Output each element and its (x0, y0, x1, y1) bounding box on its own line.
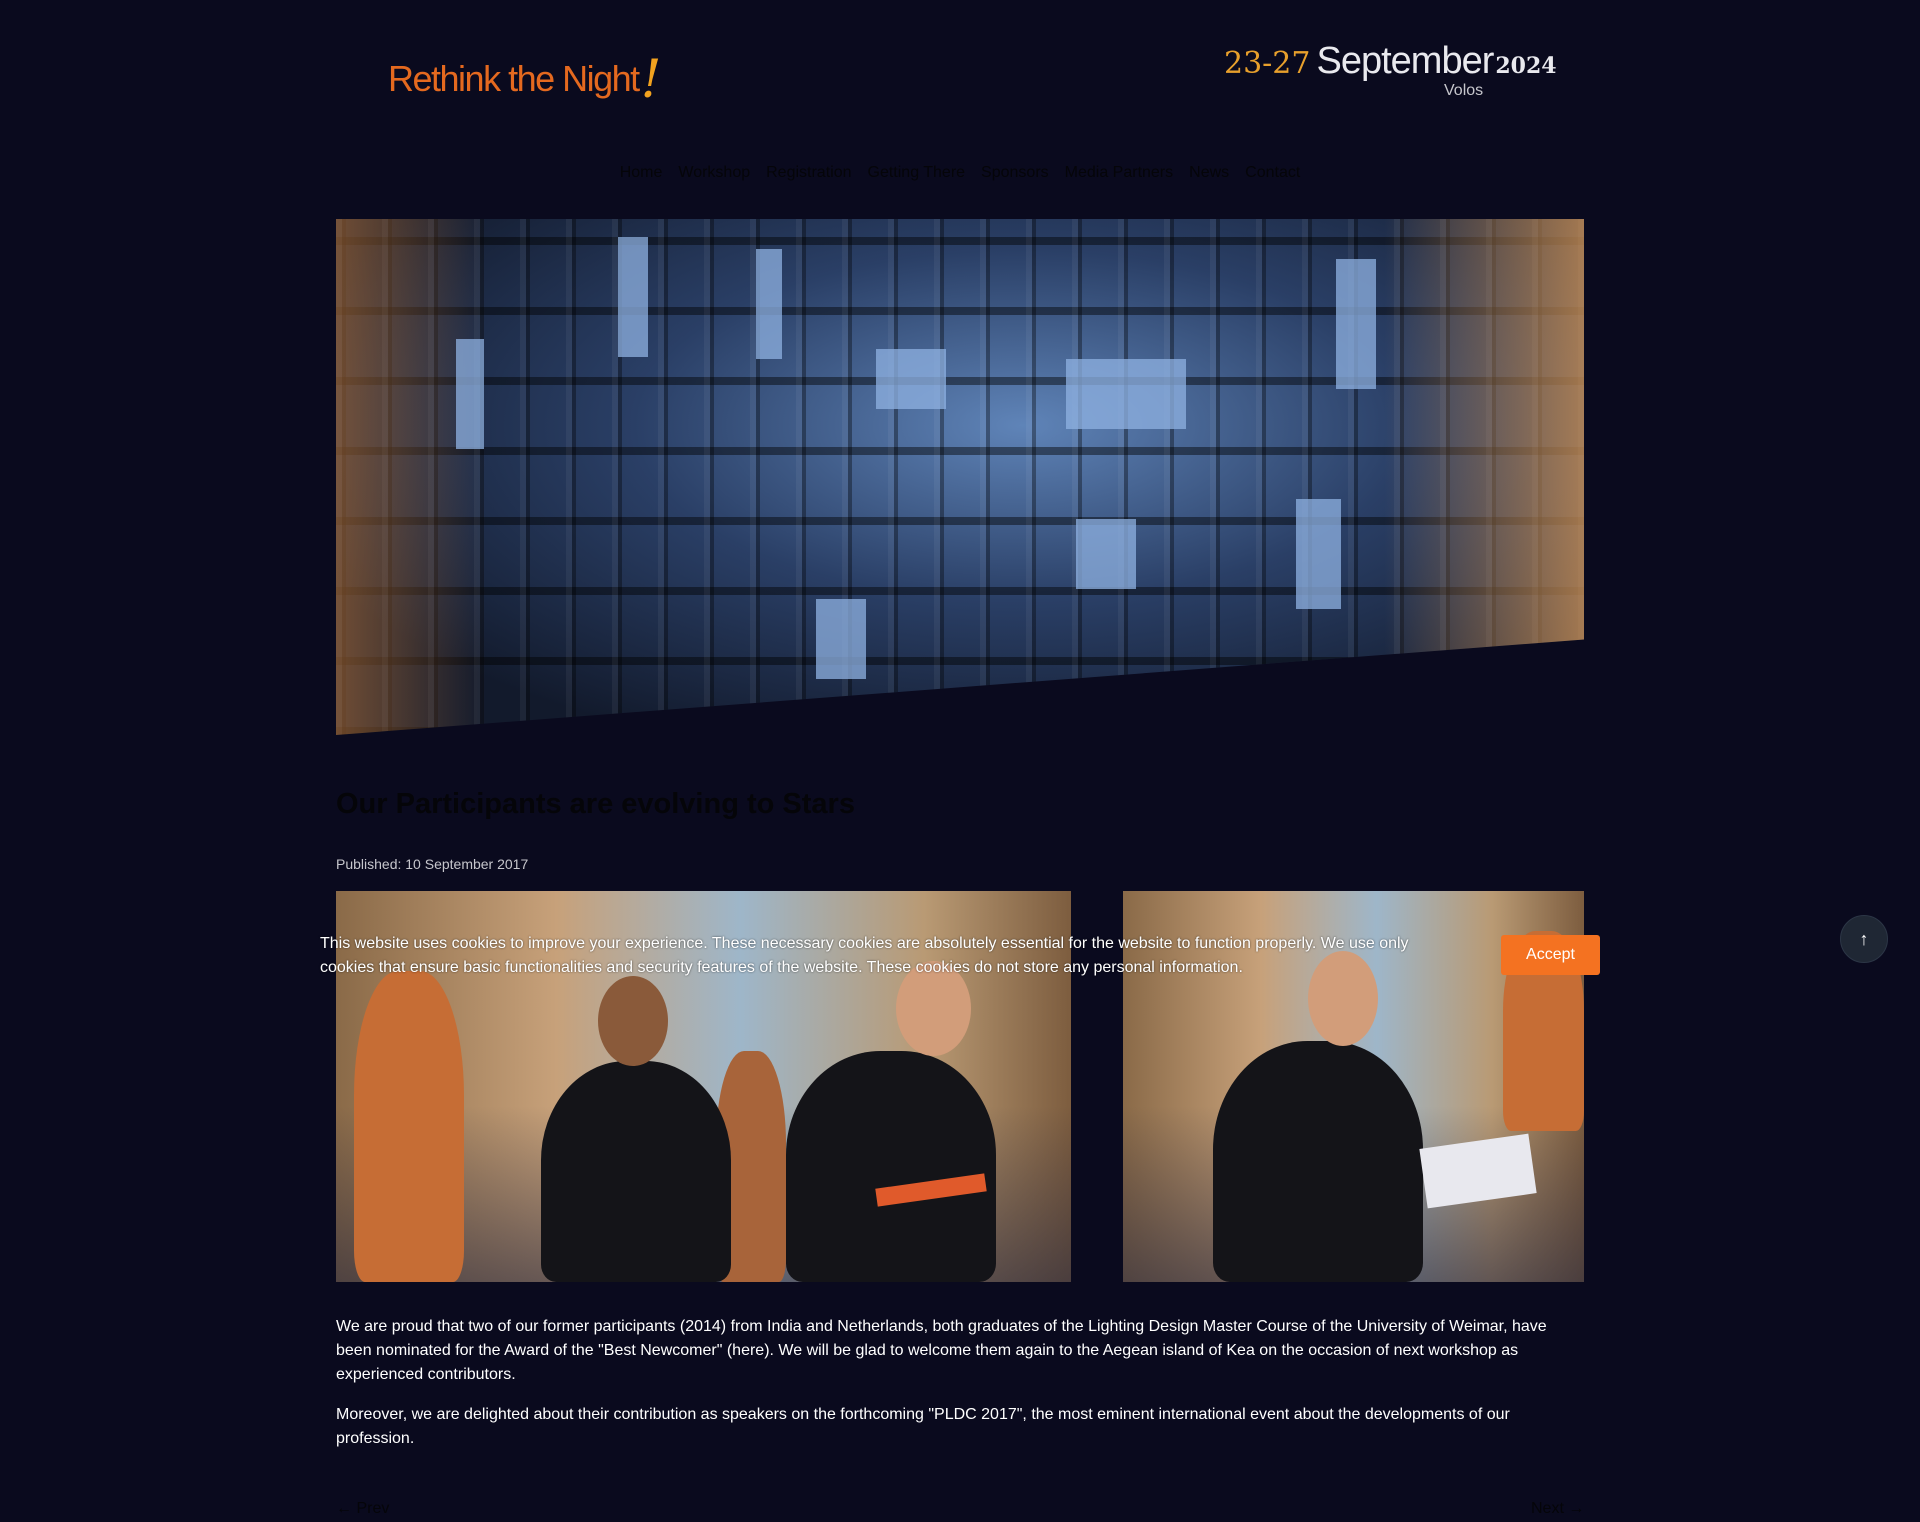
photo-person (1213, 1041, 1423, 1282)
prev-link[interactable]: ← Prev (336, 1500, 389, 1518)
nav-workshop[interactable]: Workshop (678, 164, 750, 182)
event-dates: 23-27 September2024 Volos (1224, 40, 1557, 99)
hero-window-pane (756, 249, 782, 359)
published-date: Published: 10 September 2017 (336, 856, 529, 872)
photo-person (786, 1051, 996, 1282)
next-link[interactable]: Next → (1531, 1500, 1584, 1518)
hero-window-pane (456, 339, 484, 449)
date-range: 23-27 (1224, 46, 1311, 81)
nav-getting-there[interactable]: Getting There (868, 164, 966, 182)
hero-window-pane (876, 349, 946, 409)
nav-contact[interactable]: Contact (1245, 164, 1300, 182)
logo-exclamation-mark: ! (640, 50, 662, 110)
main-nav: Home Workshop Registration Getting There… (0, 164, 1920, 182)
nav-media-partners[interactable]: Media Partners (1065, 164, 1174, 182)
photo-person-head (598, 976, 668, 1066)
date-month: September (1316, 40, 1494, 82)
nav-sponsors[interactable]: Sponsors (981, 164, 1049, 182)
cookie-accept-button[interactable]: Accept (1501, 935, 1600, 975)
hero-window-pane (1076, 519, 1136, 589)
hero-window-pane (1066, 359, 1186, 429)
hero-window-pane (618, 237, 648, 357)
cookie-banner-message: This website uses cookies to improve you… (320, 935, 1409, 976)
logo-text: Rethink the Night (388, 58, 640, 99)
hero-image (336, 219, 1584, 735)
scroll-to-top-button[interactable]: ↑ (1840, 915, 1888, 963)
photo-statue (354, 971, 464, 1282)
article-paragraph: Moreover, we are delighted about their c… (336, 1406, 1510, 1447)
nav-registration[interactable]: Registration (766, 164, 851, 182)
event-city: Volos (1444, 82, 1484, 99)
page: Rethink the Night! 23-27 September2024 Vo… (0, 0, 1920, 1522)
article-title: Our Participants are evolving to Stars (336, 788, 855, 820)
nav-news[interactable]: News (1189, 164, 1229, 182)
arrow-up-icon: ↑ (1859, 928, 1869, 949)
nav-home[interactable]: Home (620, 164, 663, 182)
photo-certificate (1419, 1133, 1537, 1209)
hero-window-pane (816, 599, 866, 679)
site-logo[interactable]: Rethink the Night! (388, 44, 662, 110)
article-paragraph: We are proud that two of our former part… (336, 1318, 1547, 1383)
date-year: 2024 (1495, 53, 1557, 79)
photo-person (541, 1061, 731, 1282)
hero-window-pane (1336, 259, 1376, 389)
hero-window-pane (1296, 499, 1341, 609)
